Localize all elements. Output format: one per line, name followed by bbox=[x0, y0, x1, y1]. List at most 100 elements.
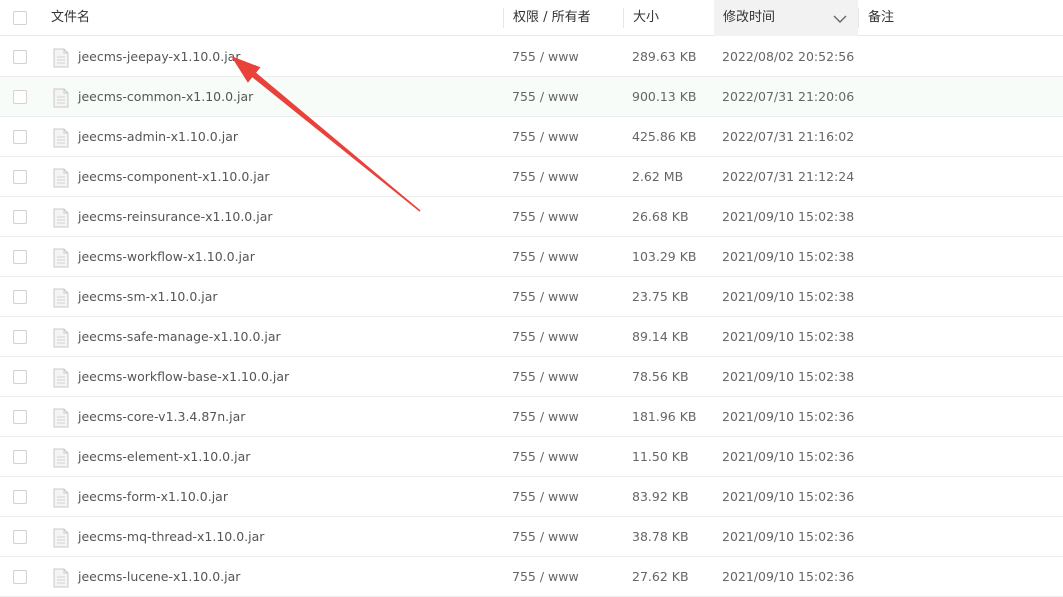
file-permission[interactable]: 755 / www bbox=[512, 117, 579, 157]
file-row[interactable]: jeecms-workflow-x1.10.0.jar 755 / www 103.… bbox=[0, 237, 1063, 277]
file-size: 103.29 KB bbox=[632, 249, 697, 264]
column-header-mtime-label: 修改时间 bbox=[723, 10, 776, 25]
file-row[interactable]: jeecms-sm-x1.10.0.jar 755 / www 23.75 KB 20… bbox=[0, 277, 1063, 317]
row-checkbox[interactable] bbox=[13, 570, 27, 584]
row-checkbox[interactable] bbox=[13, 210, 27, 224]
file-size: 900.13 KB bbox=[632, 89, 697, 104]
file-size: 425.86 KB bbox=[632, 129, 697, 144]
row-checkbox[interactable] bbox=[13, 50, 27, 64]
file-mtime: 2021/09/10 15:02:38 bbox=[722, 209, 855, 224]
file-row[interactable]: jeecms-lucene-x1.10.0.jar 755 / www 27.62 … bbox=[0, 557, 1063, 597]
file-row[interactable]: jeecms-jeepay-x1.10.0.jar 755 / www 289.63… bbox=[0, 37, 1063, 77]
file-row[interactable]: jeecms-safe-manage-x1.10.0.jar 755 / www 8… bbox=[0, 317, 1063, 357]
file-mtime: 2021/09/10 15:02:38 bbox=[722, 329, 855, 344]
file-size: 11.50 KB bbox=[632, 449, 689, 464]
column-header-name[interactable]: 文件名 bbox=[51, 0, 90, 36]
file-icon bbox=[53, 88, 69, 111]
file-mtime: 2021/09/10 15:02:36 bbox=[722, 529, 855, 544]
row-checkbox[interactable] bbox=[13, 130, 27, 144]
file-permission[interactable]: 755 / www bbox=[512, 437, 579, 477]
file-mtime: 2022/08/02 20:52:56 bbox=[722, 49, 855, 64]
file-icon bbox=[53, 168, 69, 191]
file-permission[interactable]: 755 / www bbox=[512, 517, 579, 557]
file-mtime: 2022/07/31 21:12:24 bbox=[722, 169, 855, 184]
file-name[interactable]: jeecms-core-v1.3.4.87n.jar bbox=[78, 397, 245, 437]
file-name[interactable]: jeecms-safe-manage-x1.10.0.jar bbox=[78, 317, 281, 357]
file-row[interactable]: jeecms-workflow-base-x1.10.0.jar 755 / ww… bbox=[0, 357, 1063, 397]
row-checkbox[interactable] bbox=[13, 170, 27, 184]
file-name[interactable]: jeecms-workflow-base-x1.10.0.jar bbox=[78, 357, 289, 397]
file-row[interactable]: jeecms-core-v1.3.4.87n.jar 755 / www 181.9… bbox=[0, 397, 1063, 437]
file-icon bbox=[53, 408, 69, 431]
select-all-checkbox[interactable] bbox=[13, 11, 27, 25]
chevron-down-icon[interactable] bbox=[833, 14, 847, 24]
file-mtime: 2021/09/10 15:02:38 bbox=[722, 369, 855, 384]
column-header-size[interactable]: 大小 bbox=[633, 0, 659, 36]
file-name[interactable]: jeecms-component-x1.10.0.jar bbox=[78, 157, 270, 197]
row-checkbox[interactable] bbox=[13, 490, 27, 504]
file-row[interactable]: jeecms-admin-x1.10.0.jar 755 / www 425.86 … bbox=[0, 117, 1063, 157]
file-permission[interactable]: 755 / www bbox=[512, 557, 579, 597]
row-checkbox[interactable] bbox=[13, 530, 27, 544]
file-name[interactable]: jeecms-jeepay-x1.10.0.jar bbox=[78, 37, 240, 77]
file-icon bbox=[53, 488, 69, 511]
file-permission[interactable]: 755 / www bbox=[512, 237, 579, 277]
file-icon bbox=[53, 368, 69, 391]
file-name[interactable]: jeecms-reinsurance-x1.10.0.jar bbox=[78, 197, 273, 237]
file-size: 181.96 KB bbox=[632, 409, 697, 424]
file-icon bbox=[53, 528, 69, 551]
file-icon bbox=[53, 128, 69, 151]
file-name[interactable]: jeecms-workflow-x1.10.0.jar bbox=[78, 237, 255, 277]
file-mtime: 2021/09/10 15:02:36 bbox=[722, 489, 855, 504]
column-header-permission[interactable]: 权限 / 所有者 bbox=[513, 0, 591, 36]
row-checkbox[interactable] bbox=[13, 90, 27, 104]
file-icon bbox=[53, 48, 69, 71]
file-permission[interactable]: 755 / www bbox=[512, 157, 579, 197]
file-mtime: 2022/07/31 21:20:06 bbox=[722, 89, 855, 104]
row-checkbox[interactable] bbox=[13, 450, 27, 464]
file-row[interactable]: jeecms-form-x1.10.0.jar 755 / www 83.92 KB… bbox=[0, 477, 1063, 517]
file-mtime: 2021/09/10 15:02:36 bbox=[722, 409, 855, 424]
file-size: 27.62 KB bbox=[632, 569, 689, 584]
file-mtime: 2021/09/10 15:02:38 bbox=[722, 249, 855, 264]
file-permission[interactable]: 755 / www bbox=[512, 477, 579, 517]
file-row[interactable]: jeecms-mq-thread-x1.10.0.jar 755 / www 38.… bbox=[0, 517, 1063, 557]
file-name[interactable]: jeecms-form-x1.10.0.jar bbox=[78, 477, 228, 517]
row-checkbox[interactable] bbox=[13, 370, 27, 384]
row-checkbox[interactable] bbox=[13, 250, 27, 264]
file-row[interactable]: jeecms-element-x1.10.0.jar 755 / www 11.50… bbox=[0, 437, 1063, 477]
column-divider[interactable] bbox=[503, 8, 504, 28]
column-divider[interactable] bbox=[858, 8, 859, 28]
file-icon bbox=[53, 288, 69, 311]
column-divider[interactable] bbox=[623, 8, 624, 28]
row-checkbox[interactable] bbox=[13, 290, 27, 304]
row-checkbox[interactable] bbox=[13, 330, 27, 344]
file-permission[interactable]: 755 / www bbox=[512, 277, 579, 317]
file-size: 38.78 KB bbox=[632, 529, 689, 544]
file-size: 89.14 KB bbox=[632, 329, 689, 344]
file-list: jeecms-jeepay-x1.10.0.jar 755 / www 289.63… bbox=[0, 37, 1063, 597]
file-name[interactable]: jeecms-lucene-x1.10.0.jar bbox=[78, 557, 240, 597]
column-header-note[interactable]: 备注 bbox=[868, 0, 894, 36]
file-permission[interactable]: 755 / www bbox=[512, 357, 579, 397]
file-permission[interactable]: 755 / www bbox=[512, 37, 579, 77]
file-name[interactable]: jeecms-mq-thread-x1.10.0.jar bbox=[78, 517, 264, 557]
file-row[interactable]: jeecms-reinsurance-x1.10.0.jar 755 / www 2… bbox=[0, 197, 1063, 237]
file-size: 26.68 KB bbox=[632, 209, 689, 224]
file-name[interactable]: jeecms-element-x1.10.0.jar bbox=[78, 437, 250, 477]
row-checkbox[interactable] bbox=[13, 410, 27, 424]
file-row[interactable]: jeecms-common-x1.10.0.jar 755 / www 900.13… bbox=[0, 77, 1063, 117]
file-permission[interactable]: 755 / www bbox=[512, 397, 579, 437]
file-permission[interactable]: 755 / www bbox=[512, 197, 579, 237]
file-permission[interactable]: 755 / www bbox=[512, 317, 579, 357]
file-name[interactable]: jeecms-sm-x1.10.0.jar bbox=[78, 277, 218, 317]
column-header-mtime[interactable]: 修改时间 bbox=[714, 0, 858, 36]
file-name[interactable]: jeecms-admin-x1.10.0.jar bbox=[78, 117, 238, 157]
file-mtime: 2021/09/10 15:02:38 bbox=[722, 289, 855, 304]
file-mtime: 2022/07/31 21:16:02 bbox=[722, 129, 855, 144]
file-row[interactable]: jeecms-component-x1.10.0.jar 755 / www 2.6… bbox=[0, 157, 1063, 197]
file-permission[interactable]: 755 / www bbox=[512, 77, 579, 117]
file-name[interactable]: jeecms-common-x1.10.0.jar bbox=[78, 77, 253, 117]
file-size: 78.56 KB bbox=[632, 369, 689, 384]
file-size: 23.75 KB bbox=[632, 289, 689, 304]
